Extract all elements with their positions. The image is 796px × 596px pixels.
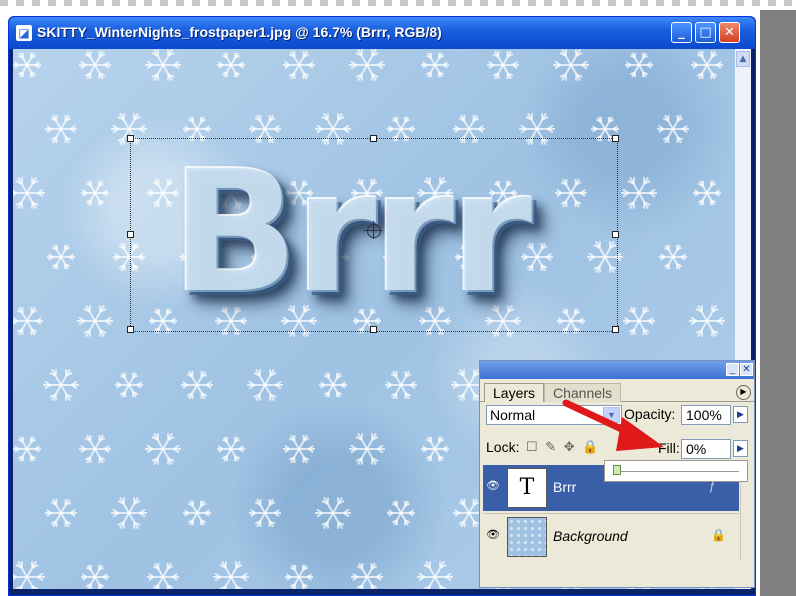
transform-handle-middle-right[interactable]	[612, 231, 619, 238]
transform-handle-top-middle[interactable]	[370, 135, 377, 142]
palette-close-button[interactable]: ✕	[740, 363, 753, 376]
layer-name[interactable]: Background	[553, 528, 628, 544]
palette-menu-icon[interactable]: ▶	[736, 385, 751, 400]
eye-icon[interactable]: 👁	[485, 527, 501, 543]
blend-mode-value: Normal	[490, 407, 536, 423]
minimize-button[interactable]: _	[671, 22, 692, 43]
palette-minimize-button[interactable]: _	[726, 363, 739, 376]
maximize-button[interactable]: □	[695, 22, 716, 43]
fill-slider-popup[interactable]	[604, 460, 748, 482]
layer-row-background[interactable]: 👁 Background 🔒	[483, 513, 739, 560]
fill-input[interactable]: 0%	[681, 439, 731, 459]
lock-icon: 🔒	[711, 528, 726, 542]
workspace-background	[760, 10, 796, 596]
transform-handle-middle-left[interactable]	[127, 231, 134, 238]
opacity-input[interactable]: 100%	[681, 405, 731, 425]
background-thumbnail	[507, 517, 547, 557]
document-icon: ◪	[16, 25, 32, 41]
tab-layers[interactable]: Layers	[484, 383, 545, 402]
scroll-up-arrow-icon[interactable]: ▲	[736, 51, 750, 67]
transform-handle-top-left[interactable]	[127, 135, 134, 142]
opacity-slider-arrow-icon[interactable]: ▶	[733, 406, 748, 423]
palette-titlebar[interactable]: _ ✕	[480, 361, 754, 379]
fill-slider-thumb[interactable]	[613, 465, 621, 475]
fill-slider-track	[613, 471, 739, 472]
window-title: SKITTY_WinterNights_frostpaper1.jpg @ 16…	[37, 24, 442, 40]
layer-name[interactable]: Brrr	[553, 479, 576, 495]
text-layer-thumbnail: T	[507, 468, 547, 508]
transform-handle-bottom-left[interactable]	[127, 326, 134, 333]
transform-handle-bottom-right[interactable]	[612, 326, 619, 333]
close-button[interactable]: ✕	[719, 22, 740, 43]
transform-center-point[interactable]	[364, 221, 382, 239]
red-annotation-arrow	[562, 399, 664, 451]
eye-icon[interactable]: 👁	[485, 478, 501, 494]
transform-handle-top-right[interactable]	[612, 135, 619, 142]
dashed-border-top	[0, 0, 796, 6]
fill-slider-arrow-icon[interactable]: ▶	[733, 440, 748, 457]
window-titlebar[interactable]: ◪ SKITTY_WinterNights_frostpaper1.jpg @ …	[9, 17, 755, 49]
transform-handle-bottom-middle[interactable]	[370, 326, 377, 333]
lock-label: Lock:	[486, 439, 520, 455]
